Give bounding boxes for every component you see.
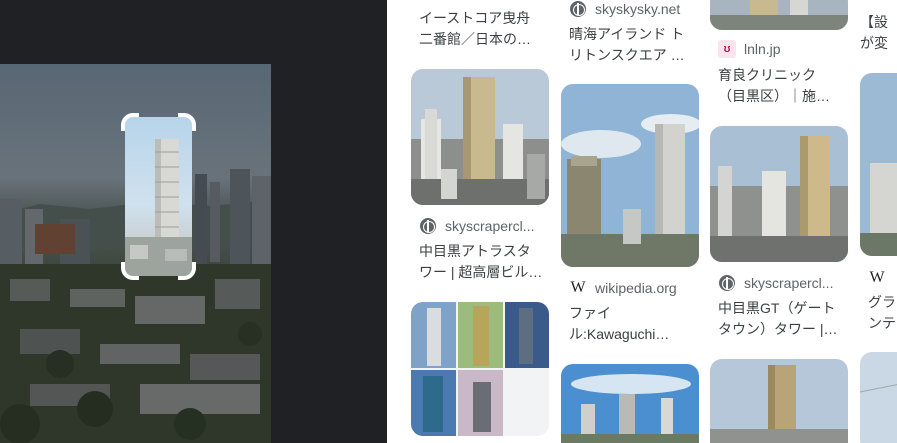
tower-photo — [710, 126, 848, 262]
title-line: 中目黒GT（ゲート — [718, 300, 836, 316]
result-title[interactable]: 育良クリニック （目黒区）｜施… — [718, 65, 830, 107]
result-thumbnail[interactable] — [411, 69, 549, 205]
building-photo — [710, 0, 848, 30]
source-domain: skyscrapercl... — [445, 218, 535, 234]
title-line: 中目黒アトラスタ — [419, 243, 531, 259]
result-thumbnail[interactable] — [561, 84, 699, 267]
result-thumbnail[interactable] — [710, 126, 848, 262]
tower-photo — [411, 69, 549, 205]
sky-photo — [860, 352, 897, 443]
result-thumbnail[interactable] — [860, 73, 897, 256]
result-source[interactable]: W — [868, 269, 886, 287]
globe-icon — [419, 217, 437, 235]
result-thumbnail[interactable] — [710, 0, 848, 30]
result-source[interactable]: skyscrapercl... — [718, 274, 833, 292]
result-title[interactable]: グラ ンテ — [868, 292, 896, 334]
lens-selection-box[interactable] — [121, 113, 196, 280]
result-card[interactable]: W wikipedia.org ファイ ル:Kawaguchi… — [561, 84, 699, 349]
result-thumbnail[interactable] — [860, 352, 897, 443]
result-card[interactable]: skyskysky.net 晴海アイランド ト リトンスクエア … — [561, 0, 699, 66]
wikipedia-icon: W — [570, 279, 586, 296]
result-title[interactable]: 【設 が変 — [860, 12, 897, 54]
result-thumbnail[interactable] — [710, 359, 848, 443]
bunny-icon: ʊ — [718, 40, 736, 58]
wikipedia-icon: W — [869, 269, 885, 286]
title-line: （目黒区）｜施… — [718, 88, 830, 104]
title-line: が変 — [860, 35, 888, 51]
source-domain: wikipedia.org — [595, 280, 677, 296]
twin-towers-photo — [561, 84, 699, 267]
visual-matches-panel[interactable]: イーストコア曳舟 二番館／日本の… skyscrapercl... 中目黒アトラ… — [387, 0, 897, 443]
result-card[interactable]: skyscrapercl... 中目黒アトラスタ ワー | 超高層ビル… — [411, 69, 549, 284]
title-line: 晴海アイランド ト — [569, 26, 685, 42]
result-card[interactable] — [860, 352, 897, 443]
result-title[interactable]: 晴海アイランド ト リトンスクエア … — [569, 24, 685, 66]
result-card[interactable]: ʊ lnln.jp 育良クリニック （目黒区）｜施… — [710, 0, 848, 110]
title-line: イーストコア曳舟 — [419, 10, 531, 26]
result-card[interactable] — [710, 359, 848, 443]
title-line: ワー | 超高層ビル… — [419, 264, 543, 280]
globe-icon — [718, 274, 736, 292]
title-line: 二番館／日本の… — [419, 31, 531, 47]
tower-photo — [860, 73, 897, 256]
title-line: ンテ — [868, 315, 896, 331]
tower-photo — [710, 359, 848, 443]
selected-region — [125, 117, 192, 276]
result-card[interactable]: 【設 が変 — [860, 0, 897, 56]
title-line: ファイ — [569, 305, 611, 321]
result-source[interactable]: skyskysky.net — [569, 0, 680, 18]
result-title[interactable]: 中目黒GT（ゲート タウン）タワー |… — [718, 298, 838, 340]
result-card[interactable]: イーストコア曳舟 二番館／日本の… — [387, 0, 557, 60]
result-title[interactable]: 中目黒アトラスタ ワー | 超高層ビル… — [419, 241, 542, 283]
selection-corner[interactable] — [121, 113, 139, 131]
collage-photo — [411, 302, 549, 436]
result-card[interactable]: skyscrapercl... 中目黒GT（ゲート タウン）タワー |… — [710, 126, 848, 341]
source-domain: skyscrapercl... — [744, 275, 834, 291]
title-line: 【設 — [860, 14, 888, 30]
title-line: リトンスクエア … — [569, 47, 685, 63]
result-card[interactable]: W グラ ンテ — [860, 73, 897, 333]
result-thumbnail[interactable] — [561, 364, 699, 443]
result-thumbnail-collage[interactable] — [411, 302, 549, 436]
title-line: 育良クリニック — [718, 67, 816, 83]
result-title[interactable]: ファイ ル:Kawaguchi… — [569, 303, 669, 345]
selected-tower-crop — [125, 139, 192, 276]
image-viewer — [0, 0, 387, 443]
source-domain: skyskysky.net — [595, 1, 681, 17]
result-card[interactable] — [561, 364, 699, 443]
result-card[interactable] — [411, 302, 549, 436]
title-line: ル:Kawaguchi… — [569, 326, 670, 342]
result-source[interactable]: skyscrapercl... — [419, 217, 534, 235]
source-domain: lnln.jp — [744, 41, 781, 57]
result-source[interactable]: ʊ lnln.jp — [718, 40, 781, 58]
result-source[interactable]: W wikipedia.org — [569, 279, 677, 297]
globe-icon — [569, 0, 587, 18]
result-title[interactable]: イーストコア曳舟 二番館／日本の… — [419, 8, 531, 50]
selection-corner[interactable] — [178, 262, 196, 280]
title-line: タウン）タワー |… — [718, 321, 838, 337]
title-line: グラ — [868, 294, 896, 310]
selection-corner[interactable] — [178, 113, 196, 131]
skyline-photo — [561, 364, 699, 443]
selection-corner[interactable] — [121, 262, 139, 280]
